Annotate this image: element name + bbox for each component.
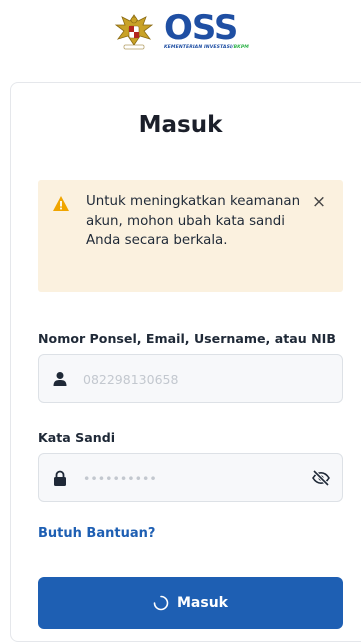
page-title: Masuk (138, 112, 223, 138)
alert-message: Untuk meningkatkan keamanan akun, mohon … (86, 194, 301, 248)
identifier-input[interactable] (83, 368, 303, 390)
oss-logo-subtitle: KEMENTERIAN INVESTASI/BKPM (164, 45, 249, 51)
login-submit-label: Masuk (177, 595, 228, 611)
password-input[interactable] (83, 467, 303, 489)
oss-logo: OSS KEMENTERIAN INVESTASI/BKPM (164, 11, 249, 51)
oss-logo-subtitle-main: KEMENTERIAN INVESTASI/ (164, 45, 234, 50)
lock-icon (54, 470, 66, 486)
user-icon (53, 372, 67, 386)
password-field[interactable] (38, 453, 343, 502)
header: OSS KEMENTERIAN INVESTASI/BKPM (0, 0, 361, 62)
login-submit-button[interactable]: Masuk (38, 577, 343, 629)
identifier-field[interactable] (38, 354, 343, 403)
password-label: Kata Sandi (38, 430, 116, 445)
close-icon[interactable]: × (309, 192, 329, 212)
oss-logo-text: OSS (164, 8, 238, 48)
password-reminder-alert: Untuk meningkatkan keamanan akun, mohon … (38, 180, 343, 292)
oss-logo-subtitle-accent: BKPM (233, 45, 249, 50)
help-link[interactable]: Butuh Bantuan? (38, 526, 155, 541)
identifier-label: Nomor Ponsel, Email, Username, atau NIB (38, 331, 336, 346)
spinner-icon (153, 595, 169, 611)
warning-icon (53, 196, 69, 211)
eye-slash-icon[interactable] (311, 468, 331, 488)
garuda-emblem-icon (114, 14, 154, 50)
